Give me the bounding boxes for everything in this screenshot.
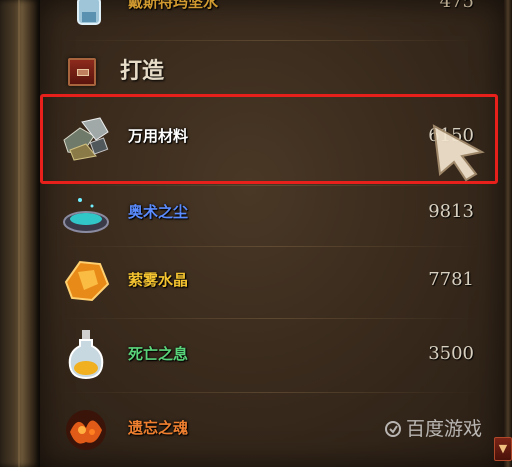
cursor-icon	[432, 124, 485, 182]
divider	[60, 318, 480, 319]
forgotten-soul-icon	[66, 410, 106, 450]
material-name: 戴斯特玛坚水	[128, 0, 219, 11]
left-frame	[0, 0, 40, 467]
baidu-game-logo-icon	[384, 421, 401, 437]
divider	[60, 392, 480, 393]
material-row-arcane[interactable]: 奥术之尘 9813	[52, 180, 482, 244]
crafting-section-icon	[68, 58, 96, 86]
arcane-dust-icon	[63, 198, 109, 233]
material-row-veiled[interactable]: 萦雾水晶 7781	[52, 248, 482, 312]
watermark: 百度游戏	[384, 417, 482, 441]
material-row-death[interactable]: 死亡之息 3500	[52, 322, 482, 386]
section-header: 打造	[64, 54, 464, 90]
material-count: 7781	[428, 269, 474, 290]
divider	[60, 40, 480, 41]
material-row[interactable]: 戴斯特玛坚水 475	[52, 0, 482, 34]
material-name: 遗忘之魂	[128, 419, 189, 437]
material-count: 9813	[428, 201, 474, 222]
watermark-text: 百度游戏	[405, 418, 482, 440]
material-count: 475	[439, 0, 474, 12]
divider	[60, 246, 480, 247]
potion-bottle-icon	[77, 0, 101, 25]
material-name: 萦雾水晶	[128, 271, 189, 289]
scrollbar-track[interactable]	[504, 0, 512, 467]
material-name: 死亡之息	[128, 345, 189, 363]
scroll-down-arrow-icon[interactable]: ▼	[494, 437, 512, 461]
material-count: 3500	[428, 343, 474, 364]
section-title: 打造	[120, 59, 165, 84]
death-breath-icon	[68, 330, 104, 380]
material-name: 奥术之尘	[128, 203, 189, 221]
veiled-crystal-icon	[64, 260, 110, 302]
